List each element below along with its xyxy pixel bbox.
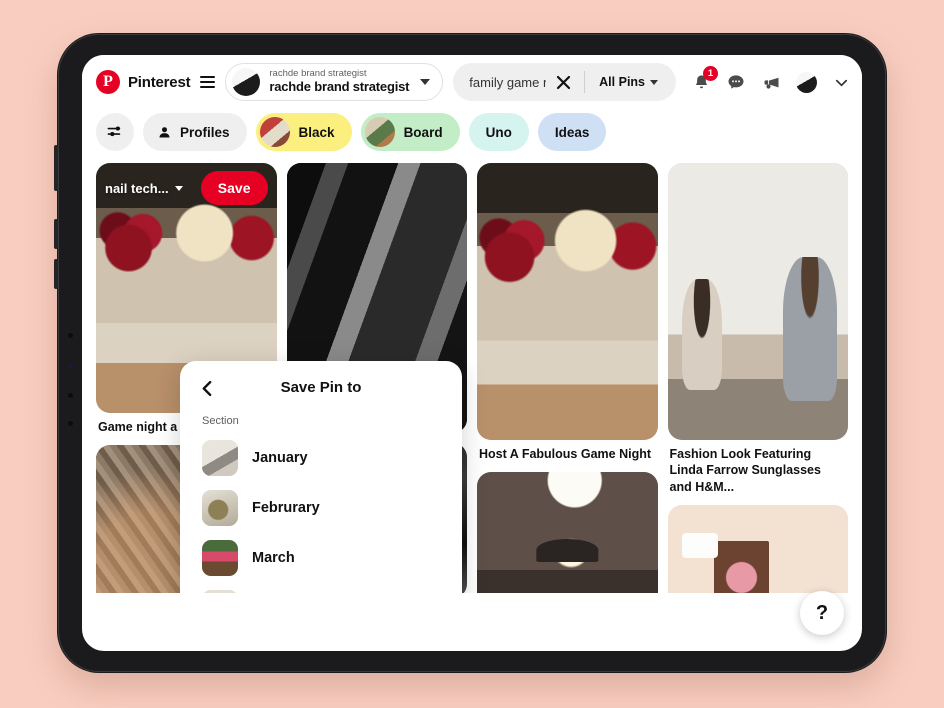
- search-bar[interactable]: family game night aesthet All Pins: [453, 63, 676, 101]
- section-item-april[interactable]: April: [180, 583, 462, 593]
- pin-card[interactable]: Host A Fabulous Game Night: [477, 163, 658, 462]
- sensor-dot-2: [68, 393, 73, 398]
- search-input[interactable]: family game night aesthet: [469, 75, 546, 90]
- chip-label: Ideas: [554, 124, 590, 140]
- board-selector[interactable]: nail tech...: [105, 181, 183, 196]
- section-thumbnail: [202, 540, 238, 576]
- tune-icon: [107, 125, 120, 136]
- brand-name-label: Pinterest: [128, 73, 191, 91]
- app-header: P Pinterest rachde brand strategist rach…: [82, 55, 862, 109]
- back-button[interactable]: [194, 375, 220, 401]
- chip-profiles[interactable]: Profiles: [143, 113, 247, 151]
- pin-card[interactable]: Fashion Look Featuring Linda Farrow Sung…: [667, 163, 848, 495]
- account-switcher[interactable]: rachde brand strategist rachde brand str…: [225, 63, 444, 101]
- pin-image[interactable]: [477, 163, 658, 440]
- megaphone-icon[interactable]: [760, 71, 782, 93]
- power-button[interactable]: [54, 145, 58, 191]
- notification-badge: 1: [703, 66, 718, 81]
- pin-column-3: Host A Fabulous Game Night: [477, 163, 658, 593]
- account-main-label: rachde brand strategist: [269, 78, 410, 94]
- chevron-left-icon: [202, 380, 211, 396]
- save-button[interactable]: Save: [200, 171, 268, 205]
- all-pins-label: All Pins: [599, 75, 645, 89]
- chip-tune-filter[interactable]: [96, 113, 134, 151]
- chip-label: Board: [403, 124, 443, 140]
- board-label: nail tech...: [105, 180, 169, 196]
- camera-dot: [68, 363, 73, 368]
- pin-card[interactable]: [477, 472, 658, 593]
- section-name: January: [252, 450, 308, 466]
- chevron-down-icon[interactable]: [830, 71, 852, 93]
- pin-image[interactable]: [667, 504, 848, 593]
- chip-uno[interactable]: Uno: [468, 113, 529, 151]
- divider: [584, 71, 586, 93]
- section-item-january[interactable]: January: [180, 433, 462, 483]
- chip-thumbnail: [259, 117, 290, 147]
- pin-hover-overlay: nail tech... Save: [96, 163, 277, 213]
- hamburger-menu-icon[interactable]: [200, 76, 216, 88]
- header-icon-group: 1: [686, 66, 852, 93]
- pin-column-4: Fashion Look Featuring Linda Farrow Sung…: [667, 163, 848, 593]
- section-item-february[interactable]: Februrary: [180, 483, 462, 533]
- help-button[interactable]: ?: [800, 591, 844, 635]
- modal-header: Save Pin to: [180, 361, 462, 413]
- chevron-down-icon[interactable]: [420, 79, 431, 85]
- pin-image[interactable]: [477, 472, 658, 593]
- section-thumbnail: [202, 490, 238, 526]
- pin-title: Fashion Look Featuring Linda Farrow Sung…: [669, 447, 821, 494]
- chip-label: Black: [298, 124, 335, 140]
- all-pins-filter[interactable]: All Pins: [593, 75, 670, 89]
- section-thumbnail: [202, 590, 238, 593]
- pin-grid: nail tech... Save Game night a Host A Fa…: [82, 163, 862, 593]
- chevron-down-icon[interactable]: [650, 79, 658, 85]
- volume-up-button[interactable]: [54, 219, 58, 249]
- chip-label: Uno: [485, 124, 512, 140]
- notifications-bell-icon[interactable]: 1: [690, 66, 718, 93]
- pin-card[interactable]: [667, 504, 848, 593]
- save-pin-modal: Save Pin to Section January Februrary Ma…: [180, 361, 462, 593]
- section-thumbnail: [202, 440, 238, 476]
- sensor-dot: [68, 333, 73, 338]
- tablet-screen: P Pinterest rachde brand strategist rach…: [82, 55, 862, 651]
- modal-title: Save Pin to: [280, 378, 362, 396]
- sensor-dot-3: [68, 421, 73, 426]
- pin-title: Host A Fabulous Game Night: [479, 447, 651, 461]
- avatar: [232, 68, 261, 96]
- tablet-device-frame: P Pinterest rachde brand strategist rach…: [54, 33, 887, 673]
- section-group-label: Section: [202, 415, 239, 427]
- section-item-march[interactable]: March: [180, 533, 462, 583]
- chip-label: Profiles: [180, 124, 230, 140]
- profile-avatar-icon[interactable]: [795, 71, 817, 93]
- chip-black[interactable]: Black: [255, 113, 352, 151]
- section-name: March: [252, 550, 295, 566]
- pin-image[interactable]: [667, 163, 848, 440]
- chip-ideas[interactable]: Ideas: [537, 113, 607, 151]
- person-icon: [159, 126, 170, 137]
- messages-icon[interactable]: [725, 71, 747, 93]
- filter-chip-row: Profiles Black Board Uno Ideas: [82, 109, 862, 163]
- volume-down-button[interactable]: [54, 259, 58, 289]
- section-list[interactable]: Section January Februrary March: [180, 413, 462, 593]
- chip-board[interactable]: Board: [360, 113, 460, 151]
- chevron-down-icon[interactable]: [174, 185, 183, 191]
- clear-search-icon[interactable]: [550, 69, 576, 95]
- pinterest-logo-icon[interactable]: P: [96, 70, 120, 94]
- brand-area[interactable]: P Pinterest: [96, 70, 216, 94]
- section-name: Februrary: [252, 500, 320, 516]
- chip-thumbnail: [364, 117, 395, 147]
